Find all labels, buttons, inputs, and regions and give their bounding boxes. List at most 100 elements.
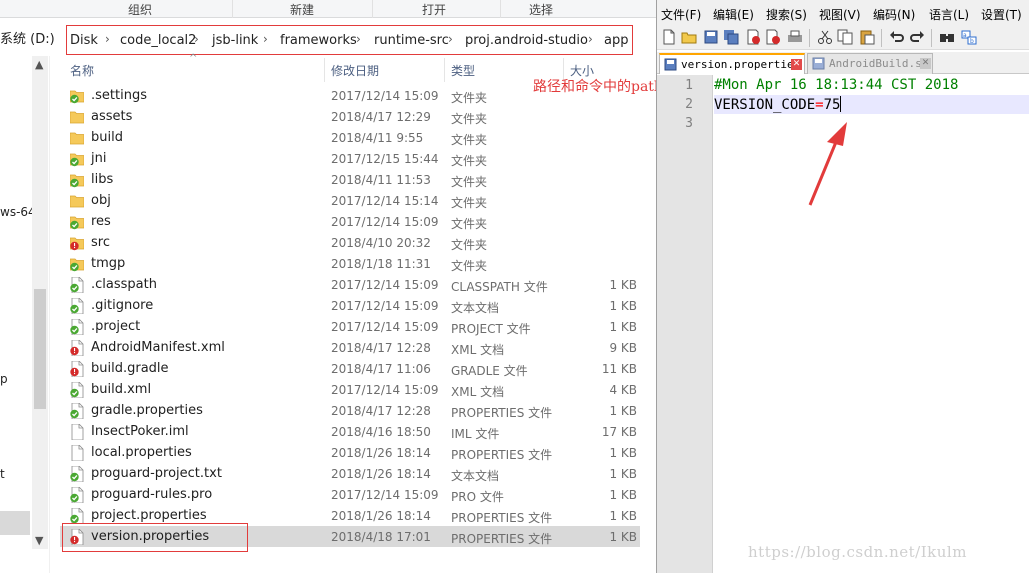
breadcrumb-runtime-src[interactable]: runtime-src bbox=[374, 33, 449, 48]
file-size: 9 KB bbox=[609, 341, 637, 355]
tab-androidbuild-sh[interactable]: AndroidBuild.sh ✕ bbox=[807, 53, 933, 74]
file-date: 2018/4/17 12:29 bbox=[331, 110, 431, 124]
close-icon[interactable]: ✕ bbox=[920, 58, 931, 69]
nav-item-fragment[interactable]: p bbox=[0, 372, 8, 386]
close-all-icon[interactable] bbox=[765, 29, 781, 45]
breadcrumb[interactable]: Disk › code_local2 › jsb-link › framewor… bbox=[66, 25, 633, 55]
file-explorer-window: 组织 新建 打开 选择 系统 (D:) Disk › code_local2 ›… bbox=[0, 0, 656, 573]
file-row[interactable]: local.properties 2018/1/26 18:14 PROPERTIE… bbox=[60, 442, 656, 463]
file-date: 2017/12/14 15:09 bbox=[331, 488, 439, 502]
file-row[interactable]: proguard-project.txt 2018/1/26 18:14 文本文档 1… bbox=[60, 463, 656, 484]
breadcrumb-disk[interactable]: Disk bbox=[70, 33, 98, 48]
breadcrumb-frameworks[interactable]: frameworks bbox=[280, 33, 357, 48]
ribbon-group-select[interactable]: 选择 bbox=[529, 1, 553, 18]
nav-scrollbar[interactable]: ▲ ▼ bbox=[32, 56, 48, 549]
file-row[interactable]: src 2018/4/10 20:32 文件夹 bbox=[60, 232, 656, 253]
column-type[interactable]: 类型 bbox=[451, 62, 475, 79]
file-row[interactable]: obj 2017/12/14 15:14 文件夹 bbox=[60, 190, 656, 211]
nav-item-fragment[interactable]: ws-64 bbox=[0, 205, 36, 219]
menu-encoding[interactable]: 编码(N) bbox=[873, 6, 915, 23]
menu-view[interactable]: 视图(V) bbox=[819, 6, 861, 23]
file-size: 1 KB bbox=[609, 446, 637, 460]
file-size: 1 KB bbox=[609, 320, 637, 334]
menu-edit[interactable]: 编辑(E) bbox=[713, 6, 754, 23]
file-row[interactable]: libs 2018/4/11 11:53 文件夹 bbox=[60, 169, 656, 190]
scroll-down-icon[interactable]: ▼ bbox=[35, 534, 43, 547]
print-icon[interactable] bbox=[787, 29, 803, 45]
redo-icon[interactable] bbox=[909, 29, 925, 45]
ribbon-group-organize[interactable]: 组织 bbox=[128, 1, 152, 18]
file-date: 2017/12/14 15:09 bbox=[331, 215, 439, 229]
column-date[interactable]: 修改日期 bbox=[331, 62, 379, 79]
close-icon[interactable]: ✕ bbox=[791, 59, 802, 70]
file-row[interactable]: build.xml 2017/12/14 15:09 XML 文档 4 KB bbox=[60, 379, 656, 400]
scrollbar-thumb[interactable] bbox=[34, 289, 46, 409]
file-size: 17 KB bbox=[601, 425, 637, 439]
breadcrumb-app[interactable]: app bbox=[604, 33, 628, 48]
breadcrumb-code-local2[interactable]: code_local2 bbox=[120, 33, 196, 48]
file-date: 2018/4/17 11:06 bbox=[331, 362, 431, 376]
close-file-icon[interactable] bbox=[745, 29, 761, 45]
annotation-arrow-icon bbox=[808, 122, 847, 206]
file-name: jni bbox=[91, 151, 107, 166]
file-size: 4 KB bbox=[609, 383, 637, 397]
undo-icon[interactable] bbox=[889, 29, 905, 45]
file-row[interactable]: InsectPoker.iml 2018/4/16 18:50 IML 文件 17 K… bbox=[60, 421, 656, 442]
nav-drive-label[interactable]: 系统 (D:) bbox=[0, 28, 55, 47]
file-row[interactable]: jni 2017/12/15 15:44 文件夹 bbox=[60, 148, 656, 169]
find-icon[interactable] bbox=[939, 29, 955, 45]
menu-search[interactable]: 搜索(S) bbox=[766, 6, 807, 23]
file-name: build.gradle bbox=[91, 361, 169, 376]
column-name[interactable]: 名称 bbox=[70, 62, 94, 79]
file-type: 文件夹 bbox=[451, 196, 488, 210]
file-check-icon bbox=[70, 466, 84, 482]
file-type: 文件夹 bbox=[451, 175, 488, 189]
line-number: 3 bbox=[685, 116, 693, 131]
file-row[interactable]: build.gradle 2018/4/17 11:06 GRADLE 文件 11 K… bbox=[60, 358, 656, 379]
scroll-up-icon[interactable]: ▲ bbox=[35, 58, 43, 71]
code-line-1[interactable]: #Mon Apr 16 18:13:44 CST 2018 bbox=[714, 77, 958, 93]
file-row[interactable]: AndroidManifest.xml 2018/4/17 12:28 XML 文档… bbox=[60, 337, 656, 358]
replace-icon[interactable]: ab bbox=[961, 29, 977, 45]
file-row[interactable]: build 2018/4/11 9:55 文件夹 bbox=[60, 127, 656, 148]
file-check-icon bbox=[70, 403, 84, 419]
code-line-2[interactable]: VERSION_CODE=75 bbox=[714, 96, 842, 113]
cut-icon[interactable] bbox=[817, 29, 833, 45]
ribbon-group-open[interactable]: 打开 bbox=[422, 1, 446, 18]
file-row[interactable]: tmgp 2018/1/18 11:31 文件夹 bbox=[60, 253, 656, 274]
paste-icon[interactable] bbox=[859, 29, 875, 45]
menu-settings[interactable]: 设置(T) bbox=[981, 6, 1022, 23]
copy-icon[interactable] bbox=[837, 29, 853, 45]
breadcrumb-proj-android-studio[interactable]: proj.android-studio bbox=[465, 33, 588, 48]
file-name: res bbox=[91, 214, 111, 229]
tab-version-properties[interactable]: version.properties ✕ bbox=[659, 53, 805, 74]
file-name: proguard-project.txt bbox=[91, 466, 222, 481]
menu-file[interactable]: 文件(F) bbox=[661, 6, 701, 23]
ribbon-group-new[interactable]: 新建 bbox=[290, 1, 314, 18]
file-type: 文本文档 bbox=[451, 301, 500, 315]
menu-language[interactable]: 语言(L) bbox=[929, 6, 969, 23]
file-row[interactable]: proguard-rules.pro 2017/12/14 15:09 PRO 文件… bbox=[60, 484, 656, 505]
text-caret bbox=[840, 96, 842, 112]
file-size: 1 KB bbox=[609, 467, 637, 481]
nav-item-selected[interactable] bbox=[0, 511, 30, 535]
file-row[interactable]: .project 2017/12/14 15:09 PROJECT 文件 1 KB bbox=[60, 316, 656, 337]
save-icon[interactable] bbox=[703, 29, 719, 45]
folder-icon bbox=[70, 195, 84, 208]
folder-icon bbox=[70, 111, 84, 124]
open-file-icon[interactable] bbox=[681, 29, 697, 45]
file-row[interactable]: assets 2018/4/17 12:29 文件夹 bbox=[60, 106, 656, 127]
tab-label: version.properties bbox=[681, 58, 801, 71]
save-all-icon[interactable] bbox=[723, 29, 739, 45]
file-row[interactable]: res 2017/12/14 15:09 文件夹 bbox=[60, 211, 656, 232]
file-row[interactable]: gradle.properties 2018/4/17 12:28 PROPERTI… bbox=[60, 400, 656, 421]
notepad-plus-plus-window: 文件(F) 编辑(E) 搜索(S) 视图(V) 编码(N) 语言(L) 设置(T… bbox=[656, 0, 1029, 573]
file-type: 文件夹 bbox=[451, 91, 488, 105]
breadcrumb-jsb-link[interactable]: jsb-link bbox=[212, 33, 258, 48]
tab-label: AndroidBuild.sh bbox=[829, 57, 929, 70]
file-row[interactable]: .gitignore 2017/12/14 15:09 文本文档 1 KB bbox=[60, 295, 656, 316]
code-area[interactable]: #Mon Apr 16 18:13:44 CST 2018 VERSION_CO… bbox=[714, 75, 1029, 573]
new-file-icon[interactable] bbox=[661, 29, 677, 45]
nav-item-fragment[interactable]: t bbox=[0, 467, 5, 481]
file-row[interactable]: .classpath 2017/12/14 15:09 CLASSPATH 文件 1 … bbox=[60, 274, 656, 295]
